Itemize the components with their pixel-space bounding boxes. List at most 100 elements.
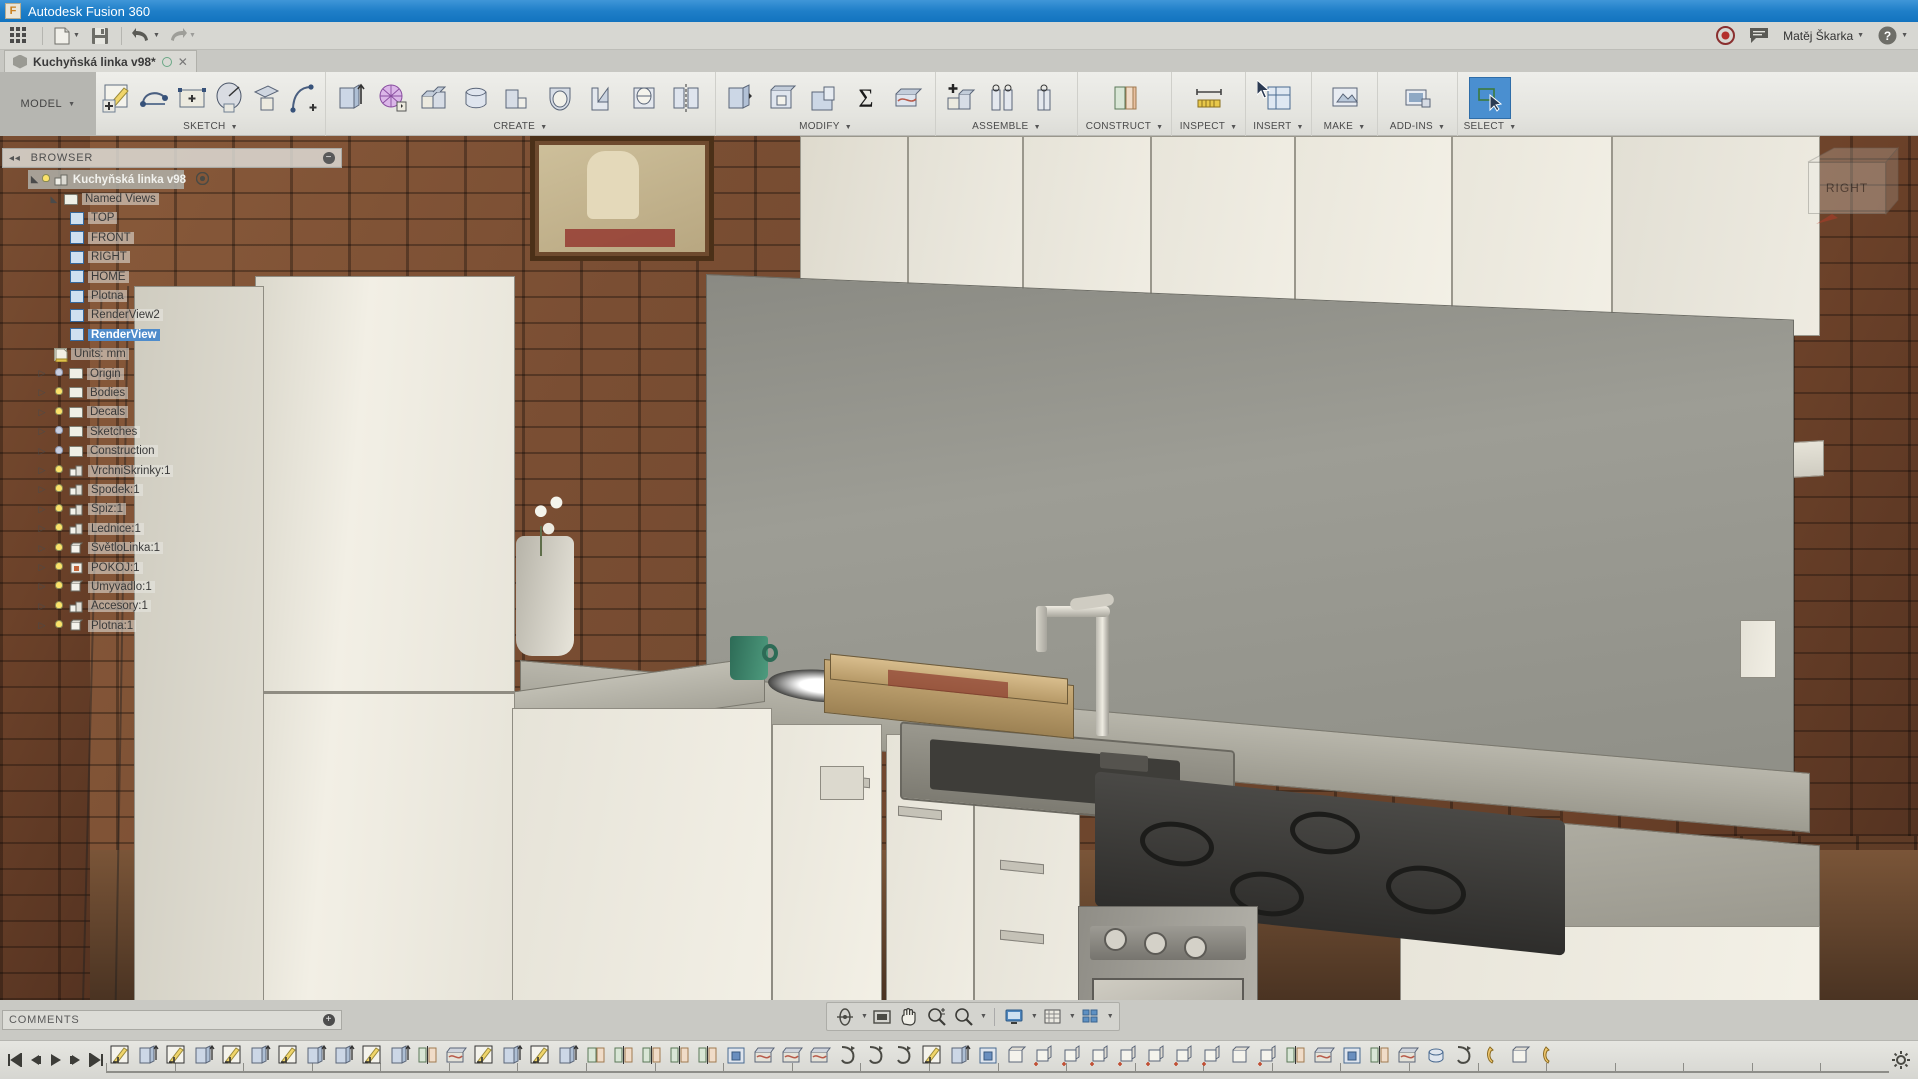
timeline-feature-hole[interactable] <box>1086 1041 1114 1071</box>
visibility-bulb-icon[interactable] <box>52 522 65 535</box>
show-data-panel-button[interactable] <box>4 24 34 48</box>
timeline-feature-split-face[interactable] <box>1310 1041 1338 1071</box>
timeline-feature-body[interactable] <box>1226 1041 1254 1071</box>
comments-panel-header[interactable]: COMMENTS + <box>2 1010 342 1030</box>
timeline-feature-as-built-joint[interactable] <box>1534 1041 1562 1071</box>
modify-parameters-button[interactable]: Σ <box>845 77 887 119</box>
visibility-bulb-icon[interactable] <box>52 561 65 574</box>
expand-arrow-icon[interactable]: ◣ <box>31 174 38 185</box>
timeline-feature-body[interactable] <box>1002 1041 1030 1071</box>
oven-knob-2[interactable] <box>1144 932 1167 955</box>
create-hole-button[interactable] <box>623 77 665 119</box>
timeline-feature-split-face[interactable] <box>806 1041 834 1071</box>
plus-circle-icon[interactable]: + <box>323 1014 335 1026</box>
zoom-button[interactable] <box>924 1005 949 1028</box>
timeline-feature-chamfer[interactable] <box>582 1041 610 1071</box>
tree-units[interactable]: Units: mm <box>28 345 348 364</box>
timeline-feature-sketch[interactable] <box>358 1041 386 1071</box>
expand-arrow-icon[interactable]: ▷ <box>36 446 48 457</box>
expand-arrow-icon[interactable]: ▷ <box>36 426 48 437</box>
visibility-bulb-icon[interactable] <box>52 580 65 593</box>
tree-view-renderview2[interactable]: RenderView2 <box>28 306 348 325</box>
timeline-feature-hole[interactable] <box>1114 1041 1142 1071</box>
timeline-feature-joint[interactable] <box>862 1041 890 1071</box>
timeline-feature-extrude[interactable] <box>134 1041 162 1071</box>
timeline-feature-sketch[interactable] <box>470 1041 498 1071</box>
workspace-switcher[interactable]: MODEL ▼ <box>0 72 96 136</box>
upper-cabinet-7[interactable] <box>1612 136 1820 336</box>
expand-arrow-icon[interactable]: ▷ <box>36 562 48 573</box>
expand-arrow-icon[interactable]: ▷ <box>36 368 48 379</box>
chevron-down-icon[interactable]: ▼ <box>861 1013 868 1020</box>
expand-arrow-icon[interactable]: ▷ <box>36 620 48 631</box>
timeline-feature-extrude[interactable] <box>386 1041 414 1071</box>
tree-node-bodies[interactable]: ▷ Bodies <box>28 383 348 402</box>
create-sculpt-button[interactable] <box>371 77 413 119</box>
timeline-feature-extrude[interactable] <box>302 1041 330 1071</box>
create-box-button[interactable] <box>413 77 455 119</box>
timeline-feature-hole[interactable] <box>1030 1041 1058 1071</box>
timeline-step-back-button[interactable] <box>26 1049 45 1071</box>
timeline-feature-shell[interactable] <box>722 1041 750 1071</box>
modify-press-pull-button[interactable] <box>719 77 761 119</box>
create-extrude-button[interactable] <box>329 77 371 119</box>
ribbon-panel-label-addins[interactable]: ADD-INS ▼ <box>1378 121 1457 136</box>
tree-view-home[interactable]: HOME <box>28 267 348 286</box>
oven-knob-3[interactable] <box>1184 936 1207 959</box>
expand-arrow-icon[interactable]: ▷ <box>36 601 48 612</box>
orbit-button[interactable] <box>832 1005 857 1028</box>
sketch-line-button[interactable] <box>136 77 173 119</box>
modify-split-face-button[interactable] <box>887 77 929 119</box>
expand-arrow-icon[interactable]: ▷ <box>36 465 48 476</box>
timeline-feature-sketch[interactable] <box>918 1041 946 1071</box>
tree-view-right[interactable]: RIGHT <box>28 248 348 267</box>
ribbon-panel-label-construct[interactable]: CONSTRUCT ▼ <box>1078 121 1171 136</box>
create-sweep-button[interactable] <box>497 77 539 119</box>
timeline-feature-extrude[interactable] <box>330 1041 358 1071</box>
timeline-feature-as-built-joint[interactable] <box>1478 1041 1506 1071</box>
timeline-feature-extrude[interactable] <box>946 1041 974 1071</box>
timeline-feature-joint[interactable] <box>890 1041 918 1071</box>
visibility-bulb-icon[interactable] <box>52 542 65 555</box>
expand-arrow-icon[interactable]: ◣ <box>48 194 60 205</box>
timeline-feature-mirror[interactable] <box>1366 1041 1394 1071</box>
visibility-bulb-icon[interactable] <box>52 483 65 496</box>
visibility-bulb-icon[interactable] <box>52 464 65 477</box>
inspect-measure-button[interactable] <box>1188 77 1230 119</box>
tree-node-lednice[interactable]: ▷ Lednice:1 <box>28 519 348 538</box>
sketch-circle-button[interactable] <box>211 77 248 119</box>
tree-node-construction[interactable]: ▷ Construction <box>28 441 348 460</box>
expand-arrow-icon[interactable]: ▷ <box>36 407 48 418</box>
tree-view-front[interactable]: FRONT <box>28 228 348 247</box>
assemble-as-built-joint-button[interactable] <box>1023 77 1065 119</box>
timeline-feature-mirror[interactable] <box>414 1041 442 1071</box>
view-cube[interactable]: RIGHT <box>1794 140 1902 236</box>
viewports-button[interactable] <box>1078 1005 1103 1028</box>
ribbon-panel-label-inspect[interactable]: INSPECT ▼ <box>1172 121 1245 136</box>
timeline-feature-sketch[interactable] <box>526 1041 554 1071</box>
fit-button[interactable] <box>951 1005 976 1028</box>
timeline-feature-mirror[interactable] <box>610 1041 638 1071</box>
lower-cabinet-corner[interactable] <box>512 708 772 1000</box>
look-at-button[interactable] <box>870 1005 895 1028</box>
timeline-feature-sketch[interactable] <box>162 1041 190 1071</box>
create-sketch-button[interactable] <box>99 77 136 119</box>
tree-node-spodek[interactable]: ▷ Spodek:1 <box>28 480 348 499</box>
expand-arrow-icon[interactable]: ▷ <box>36 543 48 554</box>
tree-view-renderview[interactable]: RenderView <box>28 325 348 344</box>
tree-node-decals[interactable]: ▷ Decals <box>28 403 348 422</box>
timeline-feature-joint[interactable] <box>1450 1041 1478 1071</box>
timeline-feature-sketch[interactable] <box>106 1041 134 1071</box>
tree-node-spiz[interactable]: ▷ Spiz:1 <box>28 500 348 519</box>
chevron-down-icon[interactable]: ▼ <box>1901 32 1908 39</box>
timeline-feature-extrude[interactable] <box>190 1041 218 1071</box>
timeline-feature-mirror[interactable] <box>666 1041 694 1071</box>
timeline-feature-mirror[interactable] <box>638 1041 666 1071</box>
dishwasher-panel[interactable] <box>820 766 864 800</box>
sketch-rectangle-button[interactable] <box>173 77 210 119</box>
create-loft-button[interactable] <box>539 77 581 119</box>
chevron-down-icon[interactable]: ▼ <box>1857 32 1864 39</box>
undo-button[interactable]: ▼ <box>130 24 162 48</box>
minus-circle-icon[interactable]: − <box>323 152 335 164</box>
timeline-feature-mirror[interactable] <box>1282 1041 1310 1071</box>
